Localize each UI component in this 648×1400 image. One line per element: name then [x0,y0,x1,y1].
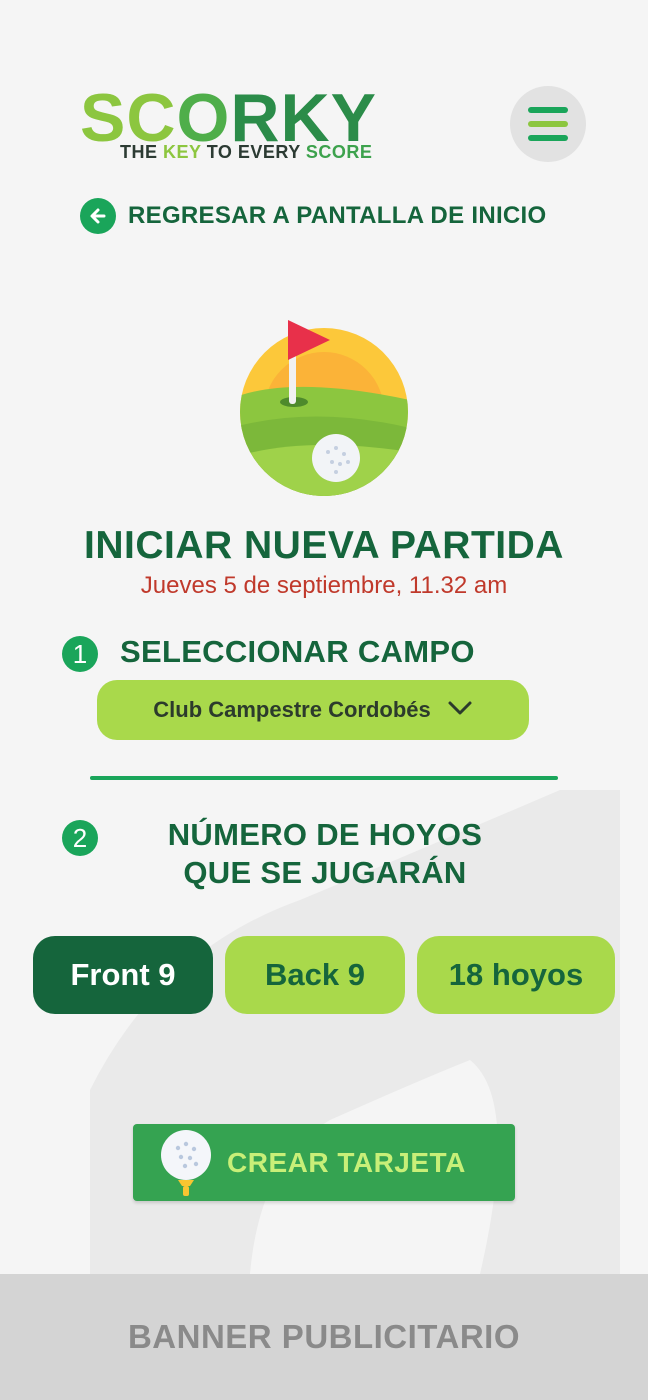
chevron-down-icon [447,700,473,721]
back-to-home-link[interactable]: REGRESAR A PANTALLA DE INICIO [80,198,546,234]
hole-option-front-9[interactable]: Front 9 [33,936,213,1014]
step-label-line: NÚMERO DE HOYOS [167,817,483,852]
step-label-line: QUE SE JUGARÁN [183,855,467,890]
menu-button[interactable] [510,86,586,162]
golf-flag-ball-icon [240,320,408,496]
page-title: INICIAR NUEVA PARTIDA [84,524,564,567]
arrow-left-icon [80,198,116,234]
selected-course: Club Campestre Cordobés [153,697,431,722]
tagline-part: TO EVERY [201,142,306,162]
scorky-logo: SCORKY THE KEY TO EVERY SCORE [80,80,380,174]
back-link-label: REGRESAR A PANTALLA DE INICIO [128,202,547,229]
section-divider [90,776,558,780]
create-card-label: CREAR TARJETA [227,1146,466,1178]
step-number-badge: 1 [62,636,98,672]
ad-banner-label: BANNER PUBLICITARIO [127,1318,521,1355]
tagline-part: KEY [163,142,202,162]
step-label: NÚMERO DE HOYOS QUE SE JUGARÁN [110,816,540,892]
tagline-part: THE [120,142,164,162]
hole-option-18[interactable]: 18 hoyos [417,936,615,1014]
step-number-badge: 2 [62,820,98,856]
tagline-part: SCORE [305,142,373,162]
create-card-button[interactable]: CREAR TARJETA [133,1124,515,1201]
step-label: SELECCIONAR CAMPO [120,634,475,669]
logo-tagline: THE KEY TO EVERY SCORE [120,142,372,163]
game-date: Jueves 5 de septiembre, 11.32 am [140,572,508,599]
hole-option-back-9[interactable]: Back 9 [225,936,405,1014]
course-select[interactable]: Club Campestre Cordobés [97,680,529,740]
golf-ball-tee-icon [159,1128,213,1198]
ad-banner[interactable]: BANNER PUBLICITARIO [0,1274,648,1400]
